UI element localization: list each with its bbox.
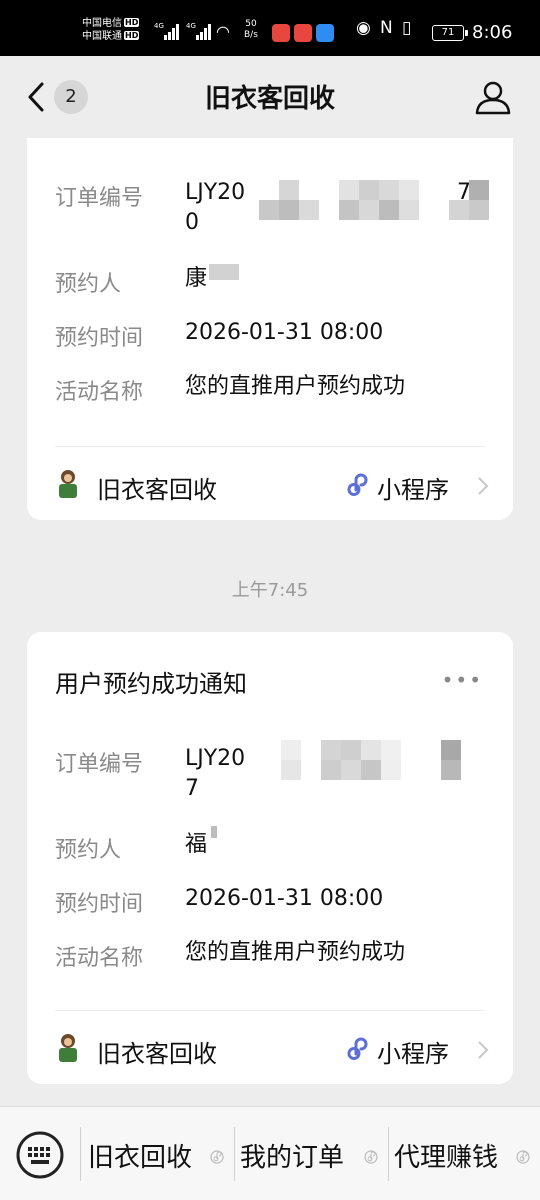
miniprogram-label: 小程序 — [377, 476, 449, 504]
field-label: 预约人 — [55, 272, 122, 297]
app-notification-icon — [294, 24, 312, 42]
field-label: 活动名称 — [55, 946, 144, 971]
app-notification-icon — [272, 24, 290, 42]
miniprogram-icon — [516, 1150, 530, 1164]
field-value: 2026-01-31 08:00 — [185, 886, 384, 911]
clock: 8:06 — [472, 22, 513, 43]
miniprogram-icon — [347, 1037, 368, 1060]
hd-badge: HD — [124, 31, 140, 40]
field-label: 订单编号 — [55, 186, 144, 211]
wifi-icon: ◠ — [216, 22, 230, 41]
field-value: 福 — [185, 832, 208, 857]
status-bar: 中国电信 HD 中国联通 HD 4G 4G ◠ 50 B/s ◉ N ▯ 71 8:0… — [0, 0, 540, 56]
divider — [55, 1010, 485, 1011]
carrier-labels: 中国电信 HD 中国联通 HD — [82, 17, 140, 43]
eye-icon: ◉ — [356, 18, 371, 38]
carrier-1: 中国电信 — [82, 18, 122, 29]
signal-icon — [196, 24, 212, 40]
menu-item-agent-earn[interactable]: 代理赚钱 — [388, 1107, 540, 1200]
network-speed: 50 B/s — [244, 19, 258, 40]
message-title: 用户预约成功通知 — [55, 670, 247, 698]
field-value: 您的直推用户预约成功 — [185, 940, 406, 965]
field-value: 康 — [185, 266, 208, 291]
miniprogram-icon — [347, 473, 368, 496]
battery-icon: 71 — [432, 25, 468, 41]
message-card-2[interactable]: 用户预约成功通知 ••• 订单编号 LJY20 7 预约人 福 预约时间 202… — [27, 632, 513, 1084]
network-type-2: 4G — [186, 22, 196, 30]
field-value: 2026-01-31 08:00 — [185, 320, 384, 345]
footer-source-name: 旧衣客回收 — [97, 1040, 217, 1068]
field-label: 订单编号 — [55, 752, 144, 777]
network-type-1: 4G — [154, 22, 164, 30]
order-number-value: LJY20 7 — [185, 746, 246, 801]
miniprogram-icon — [210, 1150, 224, 1164]
carrier-2: 中国联通 — [82, 31, 122, 42]
app-notification-icon — [316, 24, 334, 42]
order-number-value: LJY20 7 0 — [185, 180, 471, 235]
field-value: 您的直推用户预约成功 — [185, 374, 406, 399]
official-account-avatar — [59, 1034, 77, 1062]
chevron-right-icon — [478, 477, 489, 495]
keyboard-icon[interactable] — [16, 1131, 64, 1179]
field-label: 活动名称 — [55, 380, 144, 405]
chevron-right-icon — [478, 1041, 489, 1059]
field-label: 预约时间 — [55, 326, 144, 351]
official-account-avatar — [59, 470, 77, 498]
field-label: 预约人 — [55, 838, 122, 863]
vibrate-icon: ▯ — [402, 18, 412, 38]
nav-bar: 2 旧衣客回收 — [0, 56, 540, 138]
field-label: 预约时间 — [55, 892, 144, 917]
menu-item-label: 旧衣回收 — [88, 1143, 193, 1173]
footer-source-name: 旧衣客回收 — [97, 476, 217, 504]
menu-item-old-clothes-recycle[interactable]: 旧衣回收 — [80, 1107, 234, 1200]
nfc-icon: N — [380, 18, 393, 38]
signal-icon — [164, 24, 180, 40]
menu-item-my-orders[interactable]: 我的订单 — [234, 1107, 388, 1200]
profile-icon[interactable] — [474, 78, 512, 116]
hd-badge: HD — [124, 18, 140, 27]
menu-item-label: 代理赚钱 — [394, 1143, 499, 1173]
message-timestamp: 上午7:45 — [231, 580, 309, 601]
divider — [55, 446, 485, 447]
miniprogram-icon — [364, 1150, 378, 1164]
bottom-menu-bar: 旧衣回收 我的订单 代理赚钱 — [0, 1106, 540, 1200]
miniprogram-label: 小程序 — [377, 1040, 449, 1068]
menu-item-label: 我的订单 — [240, 1143, 345, 1173]
more-icon[interactable]: ••• — [442, 668, 483, 692]
page-title: 旧衣客回收 — [204, 84, 335, 114]
message-card-1[interactable]: 订单编号 LJY20 7 0 预约人 康 预约时间 2026-01-31 08:0… — [27, 110, 513, 520]
